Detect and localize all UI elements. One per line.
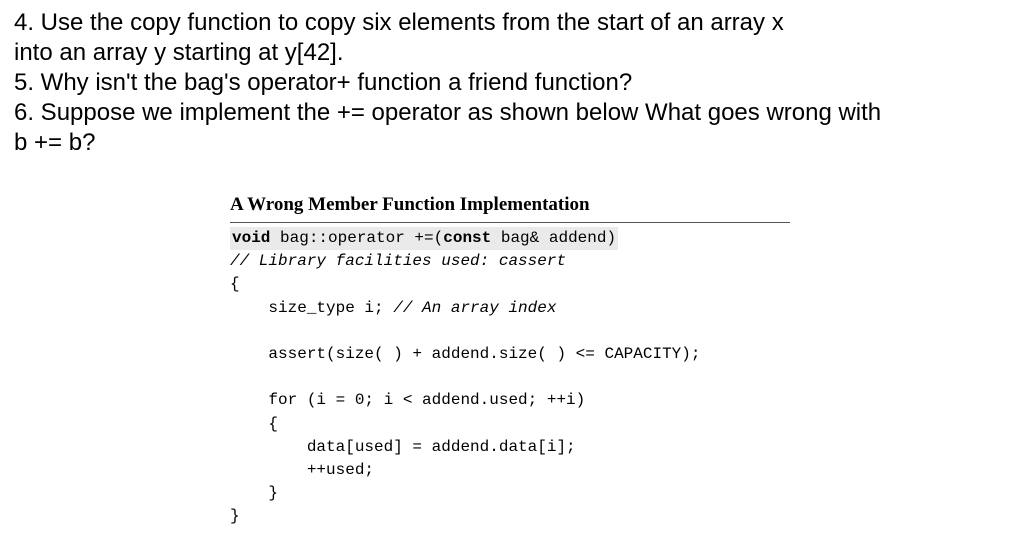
- line-close-inner: }: [230, 484, 278, 502]
- sig-mid: bag::operator +=(: [270, 229, 443, 247]
- kw-void: void: [232, 229, 270, 247]
- brace-open: {: [230, 275, 240, 293]
- question-block: 4. Use the copy function to copy six ele…: [0, 0, 1024, 158]
- comment-lib: // Library facilities used: cassert: [230, 252, 566, 270]
- code-title: A Wrong Member Function Implementation: [230, 194, 790, 216]
- code-signature: void bag::operator +=(const bag& addend): [230, 227, 618, 250]
- line-inc: ++used;: [230, 461, 374, 479]
- code-block: void bag::operator +=(const bag& addend)…: [230, 222, 790, 528]
- comment-index: // An array index: [393, 299, 556, 317]
- brace-close: }: [230, 507, 240, 525]
- code-section: A Wrong Member Function Implementation v…: [230, 194, 790, 528]
- question-5: 5. Why isn't the bag's operator+ functio…: [14, 68, 1010, 98]
- question-6-line-2: b += b?: [14, 128, 1010, 158]
- kw-const: const: [443, 229, 491, 247]
- line-open-inner: {: [230, 415, 278, 433]
- question-4-line-2: into an array y starting at y[42].: [14, 38, 1010, 68]
- question-4-line-1: 4. Use the copy function to copy six ele…: [14, 8, 1010, 38]
- line-assign: data[used] = addend.data[i];: [230, 438, 576, 456]
- question-6-line-1: 6. Suppose we implement the += operator …: [14, 98, 1010, 128]
- code-listing: void bag::operator +=(const bag& addend)…: [230, 227, 790, 528]
- line-decl-a: size_type i;: [230, 299, 393, 317]
- sig-end: bag& addend): [491, 229, 616, 247]
- line-for: for (i = 0; i < addend.used; ++i): [230, 391, 585, 409]
- line-assert: assert(size( ) + addend.size( ) <= CAPAC…: [230, 345, 700, 363]
